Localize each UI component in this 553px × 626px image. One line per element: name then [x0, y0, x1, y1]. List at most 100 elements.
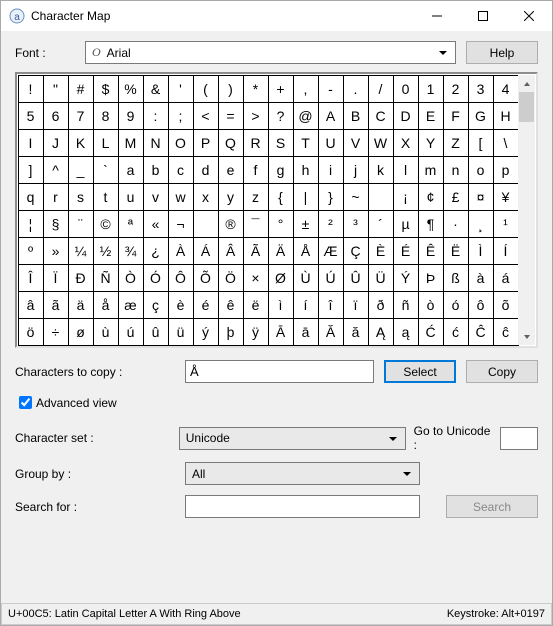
character-cell[interactable]: Ç [343, 237, 369, 265]
charset-select[interactable]: Unicode [179, 427, 406, 450]
character-cell[interactable]: ½ [93, 237, 119, 265]
character-cell[interactable]: × [243, 264, 269, 292]
character-cell[interactable]: o [468, 156, 494, 184]
character-cell[interactable]: ¾ [118, 237, 144, 265]
character-cell[interactable]: ë [243, 291, 269, 319]
character-cell[interactable]: ? [268, 102, 294, 130]
character-cell[interactable]: 6 [43, 102, 69, 130]
scroll-down-button[interactable] [518, 328, 535, 345]
character-cell[interactable]: , [293, 75, 319, 103]
maximize-button[interactable] [460, 1, 506, 31]
character-cell[interactable]: É [393, 237, 419, 265]
character-cell[interactable]: k [368, 156, 394, 184]
character-cell[interactable]: ï [343, 291, 369, 319]
character-cell[interactable]: ÷ [43, 318, 69, 346]
character-cell[interactable]: ÿ [243, 318, 269, 346]
character-cell[interactable]: y [218, 183, 244, 211]
character-cell[interactable]: « [143, 210, 169, 238]
character-cell[interactable]: £ [443, 183, 469, 211]
character-cell[interactable]: U [318, 129, 344, 157]
character-cell[interactable]: % [118, 75, 144, 103]
character-cell[interactable]: w [168, 183, 194, 211]
character-cell[interactable]: r [43, 183, 69, 211]
character-cell[interactable]: Ï [43, 264, 69, 292]
character-cell[interactable]: ! [18, 75, 44, 103]
character-cell[interactable]: ü [168, 318, 194, 346]
character-cell[interactable]: Ą [368, 318, 394, 346]
character-cell[interactable]: ò [418, 291, 444, 319]
character-cell[interactable]: & [143, 75, 169, 103]
font-select[interactable]: O Arial [85, 41, 456, 64]
character-cell[interactable]: 2 [443, 75, 469, 103]
character-cell[interactable]: Ú [318, 264, 344, 292]
character-cell[interactable]: õ [493, 291, 519, 319]
character-cell[interactable]: Ä [268, 237, 294, 265]
character-cell[interactable]: Ñ [93, 264, 119, 292]
character-cell[interactable]: Ć [418, 318, 444, 346]
character-cell[interactable]: ± [293, 210, 319, 238]
character-cell[interactable]: i [318, 156, 344, 184]
character-cell[interactable]: n [443, 156, 469, 184]
character-cell[interactable]: ô [468, 291, 494, 319]
character-cell[interactable]: Û [343, 264, 369, 292]
character-cell[interactable]: x [193, 183, 219, 211]
character-cell[interactable]: © [93, 210, 119, 238]
character-cell[interactable]: < [193, 102, 219, 130]
character-cell[interactable]: ® [218, 210, 244, 238]
character-cell[interactable]: Æ [318, 237, 344, 265]
character-cell[interactable]: f [243, 156, 269, 184]
character-cell[interactable]: Ó [143, 264, 169, 292]
character-cell[interactable]: " [43, 75, 69, 103]
character-cell[interactable]: ĉ [493, 318, 519, 346]
character-cell[interactable]: h [293, 156, 319, 184]
character-cell[interactable]: ¨ [68, 210, 94, 238]
character-cell[interactable]: G [468, 102, 494, 130]
character-cell[interactable]: } [318, 183, 344, 211]
character-cell[interactable]: @ [293, 102, 319, 130]
character-cell[interactable]: K [68, 129, 94, 157]
character-cell[interactable]: è [168, 291, 194, 319]
scroll-thumb[interactable] [519, 92, 534, 122]
character-cell[interactable]: Â [218, 237, 244, 265]
character-cell[interactable] [368, 183, 394, 211]
character-cell[interactable]: z [243, 183, 269, 211]
character-cell[interactable]: ] [18, 156, 44, 184]
character-cell[interactable]: D [393, 102, 419, 130]
character-cell[interactable]: é [193, 291, 219, 319]
character-cell[interactable]: L [93, 129, 119, 157]
character-cell[interactable]: A [318, 102, 344, 130]
character-cell[interactable]: â [18, 291, 44, 319]
character-cell[interactable]: ú [118, 318, 144, 346]
character-cell[interactable]: ñ [393, 291, 419, 319]
character-cell[interactable]: P [193, 129, 219, 157]
character-cell[interactable]: ; [168, 102, 194, 130]
character-cell[interactable]: \ [493, 129, 519, 157]
character-cell[interactable]: ã [43, 291, 69, 319]
character-cell[interactable]: ¥ [493, 183, 519, 211]
character-cell[interactable]: 4 [493, 75, 519, 103]
character-cell[interactable]: Ā [268, 318, 294, 346]
character-cell[interactable]: l [393, 156, 419, 184]
character-cell[interactable]: + [268, 75, 294, 103]
character-cell[interactable]: ' [168, 75, 194, 103]
character-cell[interactable]: d [193, 156, 219, 184]
character-cell[interactable]: / [368, 75, 394, 103]
character-cell[interactable]: À [168, 237, 194, 265]
character-cell[interactable]: v [143, 183, 169, 211]
character-cell[interactable]: S [268, 129, 294, 157]
character-cell[interactable]: î [318, 291, 344, 319]
character-cell[interactable]: t [93, 183, 119, 211]
character-cell[interactable]: $ [93, 75, 119, 103]
character-cell[interactable]: [ [468, 129, 494, 157]
scroll-track[interactable] [518, 122, 535, 328]
character-cell[interactable]: a [118, 156, 144, 184]
copy-button[interactable]: Copy [466, 360, 538, 383]
character-cell[interactable]: È [368, 237, 394, 265]
character-cell[interactable]: ¡ [393, 183, 419, 211]
character-cell[interactable]: ć [443, 318, 469, 346]
character-cell[interactable]: ¶ [418, 210, 444, 238]
character-cell[interactable]: Õ [193, 264, 219, 292]
character-cell[interactable]: b [143, 156, 169, 184]
character-cell[interactable]: Ô [168, 264, 194, 292]
character-cell[interactable]: ¯ [243, 210, 269, 238]
